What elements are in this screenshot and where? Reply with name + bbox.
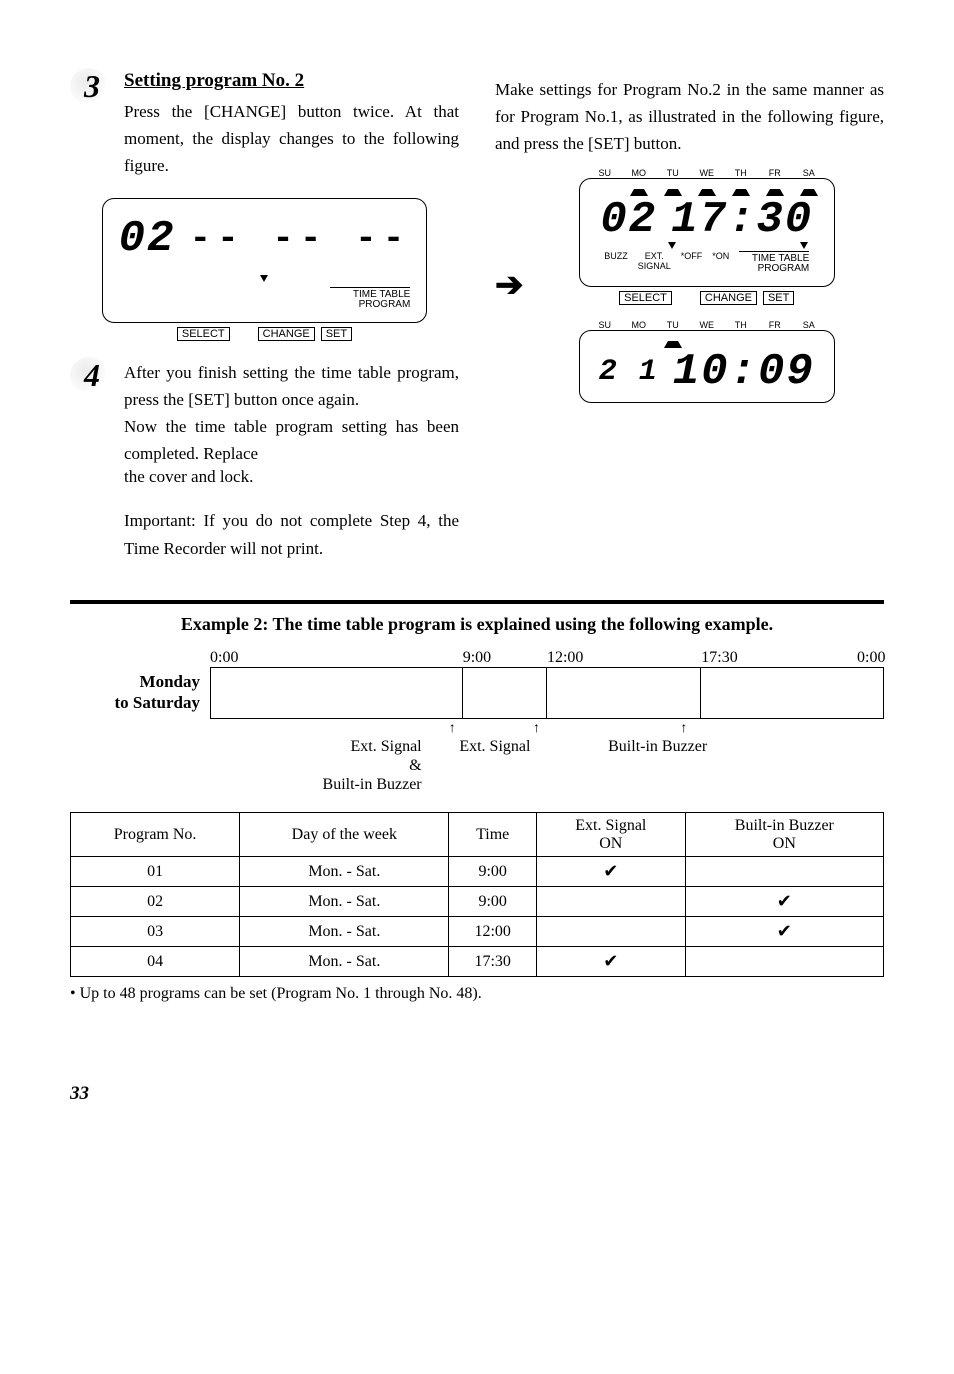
cursor-down-icon	[260, 275, 268, 282]
table-header: Time	[449, 813, 536, 857]
select-button[interactable]: SELECT	[619, 291, 672, 305]
table-cell: 01	[71, 857, 240, 887]
table-cell	[685, 857, 883, 887]
page-number: 33	[70, 1083, 884, 1105]
day-row-c: SUMOTUWETHFRSA	[579, 320, 835, 330]
step-3-title: Setting program No. 2	[124, 70, 304, 91]
table-cell: Mon. - Sat.	[240, 857, 449, 887]
step-3: 3 Setting program No. 2 Press the [CHANG…	[70, 70, 459, 186]
timeline-row-label: Monday to Saturday	[70, 672, 210, 713]
lcd-b-time: 17:30	[671, 198, 813, 242]
section-divider	[70, 600, 884, 604]
step-3-body-right: Make settings for Program No.2 in the sa…	[495, 76, 884, 158]
lcd-on-label: *ON	[712, 251, 729, 261]
select-button[interactable]: SELECT	[177, 327, 230, 341]
lcd-a-time: -- -- --	[189, 221, 410, 257]
timeline-time: 12:00	[547, 649, 574, 667]
table-header-row: Program No. Day of the week Time Ext. Si…	[71, 813, 884, 857]
timeline-event: Ext. Signal & Built-in Buzzer	[210, 737, 422, 795]
two-column-top: 3 Setting program No. 2 Press the [CHANG…	[70, 70, 884, 572]
lcd-b-prog: 02	[600, 198, 657, 242]
table-header: Ext. Signal ON	[536, 813, 685, 857]
lcd-off-label: *OFF	[681, 251, 703, 261]
table-cell	[685, 947, 883, 977]
table-cell: 03	[71, 917, 240, 947]
example-title: Example 2: The time table program is exp…	[70, 614, 884, 635]
program-table: Program No. Day of the week Time Ext. Si…	[70, 812, 884, 977]
step-4-body-3: the cover and lock.	[124, 467, 459, 487]
lcd-a-prog: 02	[119, 217, 176, 261]
timeline-time: 9:00	[463, 649, 490, 667]
table-row: 01Mon. - Sat.9:00✔	[71, 857, 884, 887]
table-cell: 12:00	[449, 917, 536, 947]
lcd-a-prog-label: PROGRAM	[359, 299, 411, 310]
table-row: 02Mon. - Sat.9:00 ✔	[71, 887, 884, 917]
timeline: Monday to Saturday 0:00 9:00 12:00 17:30…	[70, 649, 884, 737]
table-header: Day of the week	[240, 813, 449, 857]
step-4-number: 4	[70, 359, 114, 391]
step-4-important: Important: If you do not complete Step 4…	[124, 507, 459, 561]
footnote: • Up to 48 programs can be set (Program …	[70, 985, 884, 1003]
lcd-ext-label: EXT. SIGNAL	[638, 251, 671, 271]
right-column: Make settings for Program No.2 in the sa…	[495, 70, 884, 572]
timeline-grid	[210, 667, 884, 719]
lcd-c-prog: 2 1	[599, 357, 659, 387]
check-icon: ✔	[685, 887, 883, 917]
set-button[interactable]: SET	[763, 291, 794, 305]
table-cell: 02	[71, 887, 240, 917]
step-4: 4 After you finish setting the time tabl…	[70, 359, 459, 568]
timeline-events: Ext. Signal & Built-in Buzzer Ext. Signa…	[70, 737, 884, 795]
figure-a: - 02 - -- -- -- TIME TABLE PROGRAM SELEC…	[70, 198, 459, 341]
table-cell: 9:00	[449, 887, 536, 917]
day-row-b: SUMOTUWETHFRSA	[579, 168, 835, 178]
table-cell: 9:00	[449, 857, 536, 887]
arrow-right-icon: ➔	[495, 265, 524, 305]
timeline-event: Built-in Buzzer	[568, 737, 747, 795]
lcd-c-time: 10:09	[673, 350, 815, 394]
table-cell: Mon. - Sat.	[240, 917, 449, 947]
set-button[interactable]: SET	[321, 327, 352, 341]
check-icon: ✔	[536, 857, 685, 887]
check-icon: ✔	[536, 947, 685, 977]
table-cell: Mon. - Sat.	[240, 947, 449, 977]
change-button[interactable]: CHANGE	[258, 327, 315, 341]
timeline-time: 0:00	[210, 649, 237, 667]
timeline-event: Ext. Signal	[422, 737, 569, 795]
table-header: Program No.	[71, 813, 240, 857]
left-column: 3 Setting program No. 2 Press the [CHANG…	[70, 70, 459, 572]
table-cell	[536, 917, 685, 947]
table-header: Built-in Buzzer ON	[685, 813, 883, 857]
step-4-body-2: Now the time table program setting has b…	[124, 413, 459, 467]
lcd-buzz-label: BUZZ	[604, 251, 628, 261]
table-row: 04Mon. - Sat.17:30✔	[71, 947, 884, 977]
table-cell: 17:30	[449, 947, 536, 977]
timeline-time: 0:00	[857, 649, 884, 667]
step-4-body-1: After you finish setting the time table …	[124, 359, 459, 413]
table-cell: Mon. - Sat.	[240, 887, 449, 917]
cursor-down-icon	[668, 242, 676, 249]
table-cell: 04	[71, 947, 240, 977]
step-3-number: 3	[70, 70, 114, 102]
timeline-time: 17:30	[701, 649, 728, 667]
change-button[interactable]: CHANGE	[700, 291, 757, 305]
step-3-body: Press the [CHANGE] button twice. At that…	[124, 98, 459, 180]
check-icon: ✔	[685, 917, 883, 947]
table-row: 03Mon. - Sat.12:00 ✔	[71, 917, 884, 947]
table-cell	[536, 887, 685, 917]
